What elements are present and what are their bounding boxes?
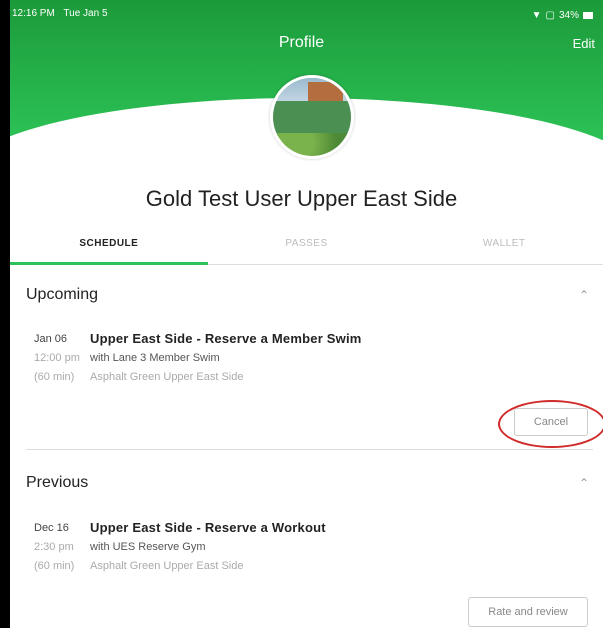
status-bar: 12:16 PM Tue Jan 5 ▼ ▢ 34% [12,8,593,22]
entry-location: Asphalt Green Upper East Side [90,370,244,383]
entry-row-3: (60 min) Asphalt Green Upper East Side [34,367,574,386]
section-divider [26,449,593,450]
tab-schedule[interactable]: SCHEDULE [10,230,208,265]
previous-heading: Previous [26,474,89,491]
avatar[interactable] [270,75,354,159]
edit-button[interactable]: Edit [573,36,595,51]
entry-row-1: Jan 06 Upper East Side - Reserve a Membe… [34,329,574,348]
status-left: 12:16 PM Tue Jan 5 [12,8,114,22]
status-right: ▼ ▢ 34% [532,8,593,22]
left-border [0,0,10,628]
previous-entry[interactable]: Dec 16 Upper East Side - Reserve a Worko… [34,518,574,575]
entry-row-3: (60 min) Asphalt Green Upper East Side [34,556,574,575]
entry-title: Upper East Side - Reserve a Workout [90,520,326,535]
profile-name: Gold Test User Upper East Side [145,186,458,211]
screen-mirror-icon: ▢ [545,9,555,21]
entry-duration: (60 min) [34,559,75,572]
avatar-field [273,101,351,137]
entry-row-2: 2:30 pm with UES Reserve Gym [34,537,574,556]
entry-title: Upper East Side - Reserve a Member Swim [90,331,362,346]
entry-time: 2:30 pm [34,540,74,553]
cancel-button[interactable]: Cancel [514,408,588,436]
tab-bar: SCHEDULE PASSES WALLET [10,230,603,265]
entry-row-2: 12:00 pm with Lane 3 Member Swim [34,348,574,367]
entry-with: with UES Reserve Gym [90,540,206,553]
rate-review-button[interactable]: Rate and review [468,597,588,627]
app-frame: 12:16 PM Tue Jan 5 ▼ ▢ 34% Profile Edit … [0,0,603,628]
wifi-icon: ▼ [531,9,542,21]
tab-wallet[interactable]: WALLET [405,230,603,264]
status-time: 12:16 PM [12,8,55,19]
status-date: Tue Jan 5 [63,8,108,19]
chevron-up-icon[interactable]: ⌃ [579,476,589,490]
entry-date: Dec 16 [34,521,69,534]
entry-duration: (60 min) [34,370,75,383]
battery-level: 34% [558,9,579,21]
entry-row-1: Dec 16 Upper East Side - Reserve a Worko… [34,518,574,537]
entry-date: Jan 06 [34,332,68,345]
entry-with: with Lane 3 Member Swim [90,351,220,364]
upcoming-entry[interactable]: Jan 06 Upper East Side - Reserve a Membe… [34,329,574,386]
tab-passes[interactable]: PASSES [208,230,406,264]
upcoming-heading: Upcoming [26,286,99,303]
avatar-trees [273,132,351,156]
chevron-up-icon[interactable]: ⌃ [579,288,589,302]
battery-icon [583,11,593,19]
entry-time: 12:00 pm [34,351,80,364]
entry-location: Asphalt Green Upper East Side [90,559,244,572]
page-title: Profile [278,34,325,51]
